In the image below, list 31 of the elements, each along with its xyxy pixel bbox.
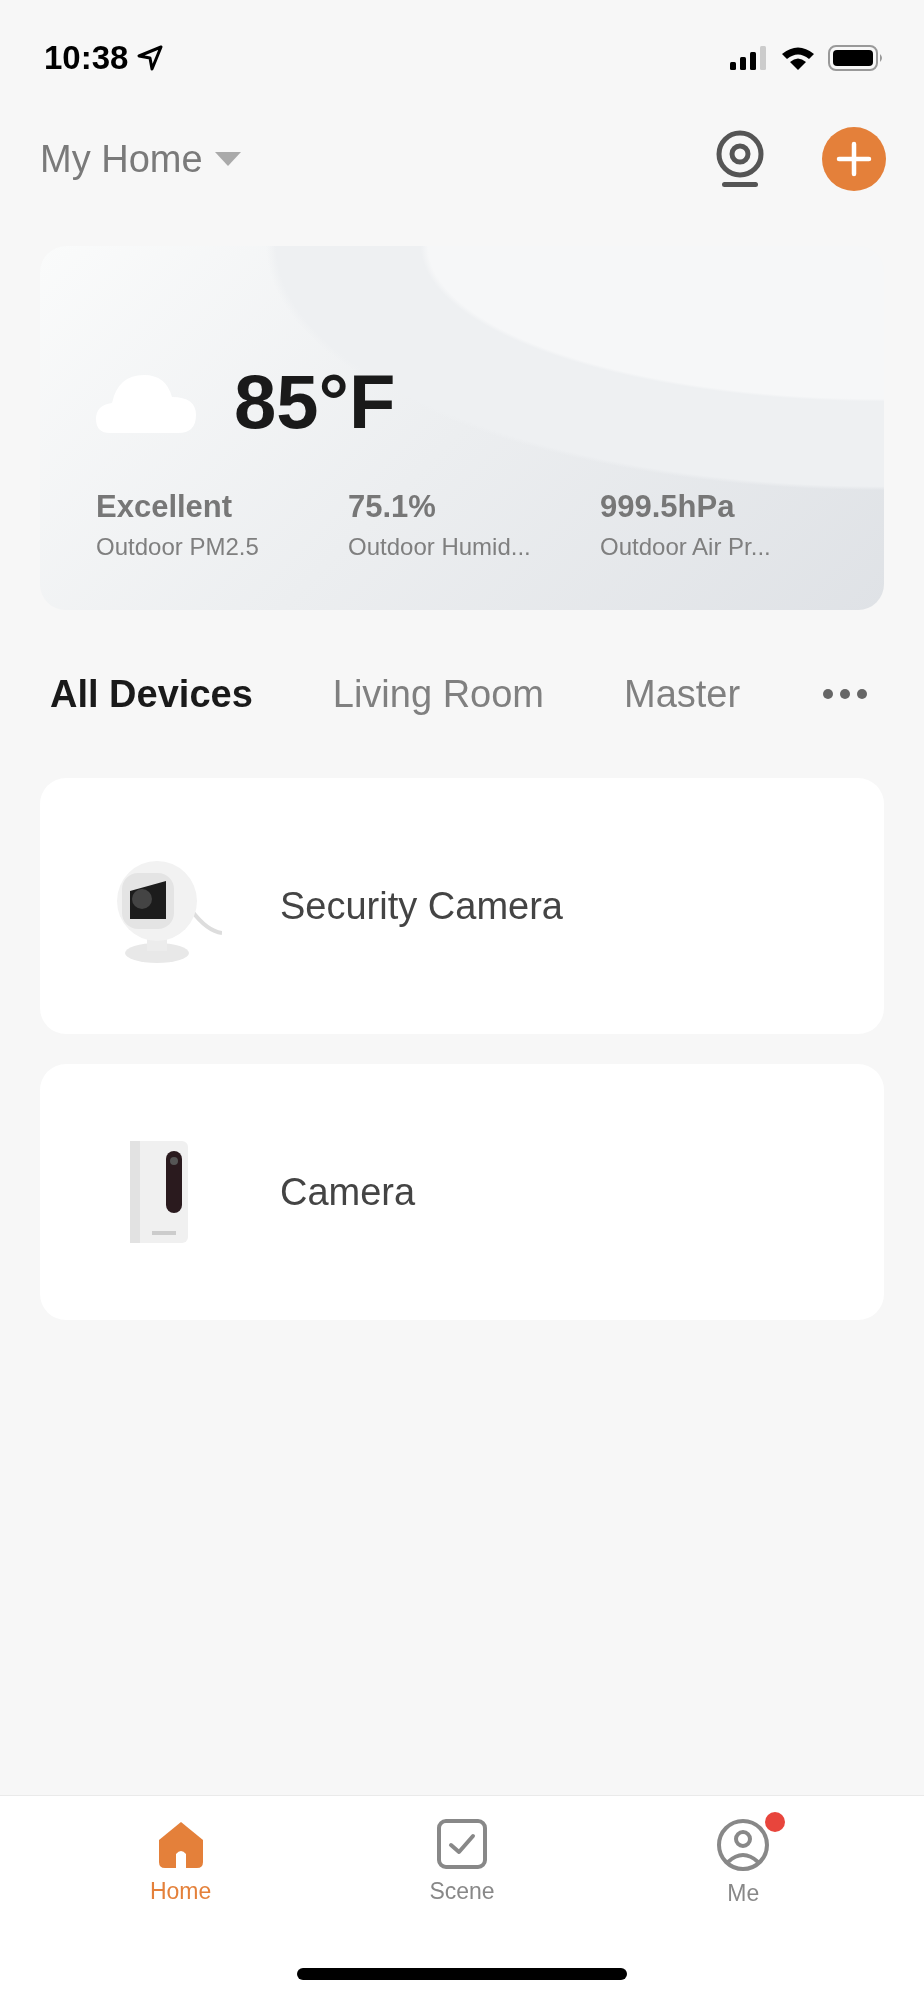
device-card[interactable]: Camera [40,1064,884,1320]
wifi-icon [780,45,816,71]
room-tab[interactable]: Living Room [332,672,544,716]
plus-icon [836,141,872,177]
location-arrow-icon [136,44,165,72]
stat-label: Outdoor PM2.5 [96,533,259,561]
stat-value: 75.1% [348,489,436,525]
room-tab[interactable]: All Devices [50,672,253,716]
stat-value: Excellent [96,489,233,525]
device-card[interactable]: Security Camera [40,778,884,1034]
stat-label: Outdoor Humid... [348,533,531,561]
home-selector[interactable]: My Home [40,137,241,181]
webcam-icon [714,130,766,188]
weather-card[interactable]: 85°F Excellent Outdoor PM2.5 75.1% Outdoor Humid... 999.5hPa Outdoor Air Pr... [40,246,884,610]
device-name: Security Camera [280,884,563,928]
webcam-button[interactable] [714,130,766,188]
room-tab[interactable]: Master [624,672,741,716]
dropdown-caret-icon [214,152,241,166]
user-icon [716,1818,771,1872]
status-time: 10:38 [44,39,129,77]
battery-icon [828,45,884,71]
more-icon[interactable] [822,688,868,700]
signal-icon [730,46,768,70]
stat-label: Outdoor Air Pr... [600,533,771,561]
checkbox-icon [436,1818,488,1870]
tab-bar-item[interactable]: Scene [392,1812,532,1907]
device-name: Camera [280,1170,416,1214]
temperature: 85°F [234,358,396,445]
tab-bar-item[interactable]: Me [673,1812,814,1907]
tab-bar-item[interactable]: Home [110,1812,251,1907]
stat-value: 999.5hPa [600,489,735,525]
